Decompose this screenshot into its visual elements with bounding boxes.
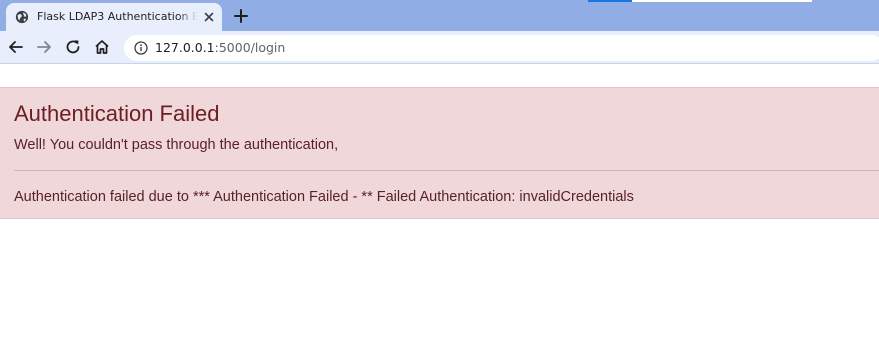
address-url[interactable]: 127.0.0.1:5000/login <box>155 41 285 55</box>
alert-heading: Authentication Failed <box>14 101 220 126</box>
tab-title: Flask LDAP3 Authentication Example <box>37 10 197 23</box>
plus-icon[interactable] <box>232 7 250 25</box>
browser-toolbar: 127.0.0.1:5000/login <box>0 31 879 64</box>
globe-icon <box>15 10 29 24</box>
reload-icon[interactable] <box>63 37 83 57</box>
tab-strip-highlight <box>632 0 812 2</box>
alert-message: Well! You couldn't pass through the auth… <box>14 137 339 153</box>
info-icon[interactable] <box>134 41 148 55</box>
tab-strip-accent <box>588 0 632 2</box>
url-path: :5000/login <box>214 40 286 55</box>
url-host: 127.0.0.1 <box>155 40 215 55</box>
tab-strip: Flask LDAP3 Authentication Example <box>0 0 879 31</box>
close-icon[interactable] <box>202 10 216 24</box>
alert-divider <box>14 170 879 171</box>
tab-active[interactable]: Flask LDAP3 Authentication Example <box>6 3 222 31</box>
arrow-left-icon[interactable] <box>6 37 26 57</box>
home-icon[interactable] <box>92 37 112 57</box>
error-alert: Authentication Failed Well! You couldn't… <box>0 87 879 219</box>
alert-detail: Authentication failed due to *** Authent… <box>14 189 634 205</box>
arrow-right-icon[interactable] <box>34 37 54 57</box>
address-bar[interactable]: 127.0.0.1:5000/login <box>124 35 879 61</box>
